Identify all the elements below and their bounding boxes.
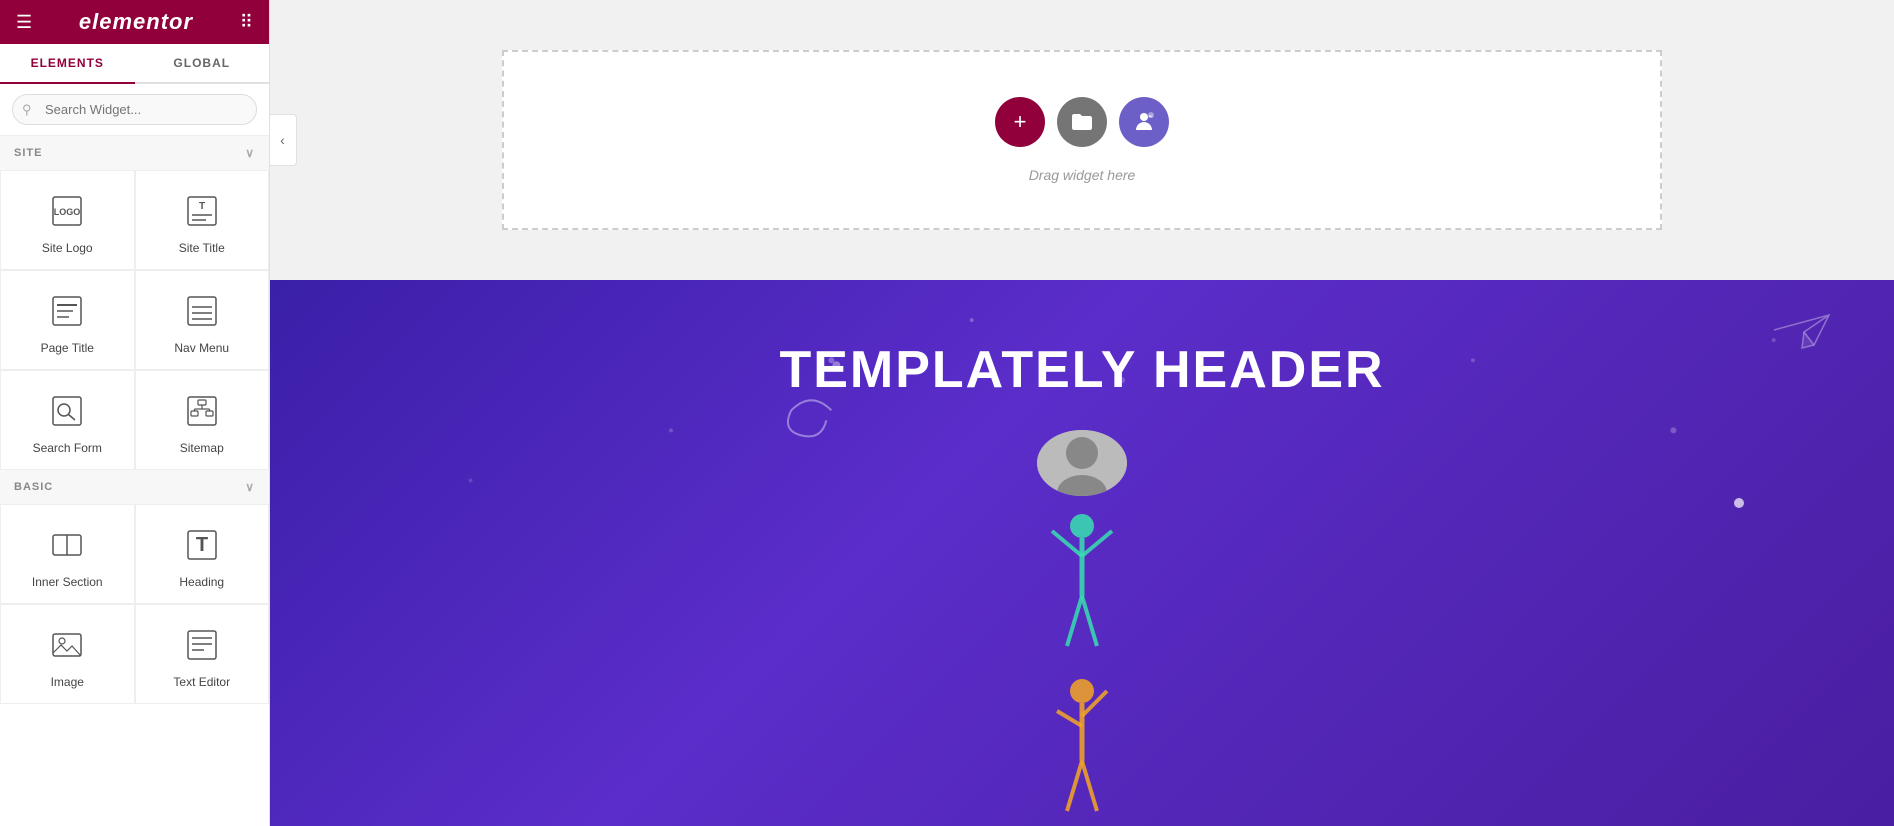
widget-page-title[interactable]: Page Title (0, 270, 135, 370)
widget-image[interactable]: Image (0, 604, 135, 704)
widget-page-title-label: Page Title (41, 341, 94, 355)
widget-nav-menu[interactable]: Nav Menu (135, 270, 270, 370)
hamburger-icon[interactable]: ☰ (16, 12, 32, 33)
template-library-button[interactable] (1057, 97, 1107, 147)
inner-section-icon (45, 523, 89, 567)
basic-widgets-grid: Inner Section T Heading Image Text Edito… (0, 504, 269, 704)
chevron-left-icon: ‹ (280, 132, 285, 148)
site-widgets-grid: LOGO Site Logo T Site Title Page Title N… (0, 170, 269, 470)
site-title-icon: T (180, 189, 224, 233)
search-bar: ⚲ (0, 84, 269, 136)
text-editor-icon (180, 623, 224, 667)
widget-search-form[interactable]: Search Form (0, 370, 135, 470)
widget-site-title-label: Site Title (179, 241, 225, 255)
ai-widget-button[interactable]: AI (1119, 97, 1169, 147)
toggle-sidebar-button[interactable]: ‹ (270, 114, 297, 166)
widget-inner-section-label: Inner Section (32, 575, 103, 589)
site-logo-icon: LOGO (45, 189, 89, 233)
page-title-icon (45, 289, 89, 333)
widget-site-logo[interactable]: LOGO Site Logo (0, 170, 135, 270)
section-label-basic[interactable]: BASIC ∨ (0, 470, 269, 504)
svg-text:LOGO: LOGO (54, 207, 81, 217)
chevron-down-icon-basic: ∨ (245, 480, 255, 494)
heading-icon: T (180, 523, 224, 567)
svg-text:AI: AI (1149, 114, 1153, 119)
tab-elements[interactable]: ELEMENTS (0, 44, 135, 84)
right-figure-decoration (1042, 661, 1122, 826)
section-label-site[interactable]: SITE ∨ (0, 136, 269, 170)
hero-avatar (1037, 430, 1127, 496)
svg-text:T: T (196, 534, 208, 556)
widget-inner-section[interactable]: Inner Section (0, 504, 135, 604)
sitemap-icon (180, 389, 224, 433)
drop-zone[interactable]: + AI Drag widget here (502, 50, 1662, 230)
widget-site-logo-label: Site Logo (42, 241, 93, 255)
search-form-icon (45, 389, 89, 433)
main-content: ‹ + AI Drag widget here (270, 0, 1894, 826)
cursor-indicator (1734, 498, 1744, 508)
widget-text-editor[interactable]: Text Editor (135, 604, 270, 704)
hero-title: TEMPLATELY HEADER (779, 340, 1384, 400)
widget-sitemap-label: Sitemap (180, 441, 224, 455)
chevron-down-icon: ∨ (245, 146, 255, 160)
nav-menu-icon (180, 289, 224, 333)
widget-image-label: Image (51, 675, 84, 689)
widget-search-form-label: Search Form (33, 441, 102, 455)
drag-widget-text: Drag widget here (1029, 167, 1136, 183)
drop-zone-buttons: + AI (995, 97, 1169, 147)
widget-text-editor-label: Text Editor (173, 675, 230, 689)
hero-section: TEMPLATELY HEADER (270, 280, 1894, 826)
image-icon (45, 623, 89, 667)
search-icon: ⚲ (22, 102, 32, 118)
widget-nav-menu-label: Nav Menu (174, 341, 229, 355)
paper-plane-decoration (1774, 310, 1834, 355)
elementor-logo: elementor (79, 9, 193, 35)
widget-heading[interactable]: T Heading (135, 504, 270, 604)
tab-global[interactable]: GLOBAL (135, 44, 270, 82)
add-widget-button[interactable]: + (995, 97, 1045, 147)
sidebar-header: ☰ elementor ⠿ (0, 0, 269, 44)
widget-sitemap[interactable]: Sitemap (135, 370, 270, 470)
left-figure-decoration (1042, 496, 1122, 661)
drop-zone-section: ‹ + AI Drag widget here (270, 0, 1894, 280)
sidebar: ☰ elementor ⠿ ELEMENTS GLOBAL ⚲ SITE ∨ L… (0, 0, 270, 826)
sidebar-tabs: ELEMENTS GLOBAL (0, 44, 269, 84)
svg-text:T: T (199, 201, 205, 212)
widget-site-title[interactable]: T Site Title (135, 170, 270, 270)
search-input[interactable] (12, 94, 257, 125)
grid-icon[interactable]: ⠿ (240, 12, 253, 33)
widget-heading-label: Heading (179, 575, 224, 589)
